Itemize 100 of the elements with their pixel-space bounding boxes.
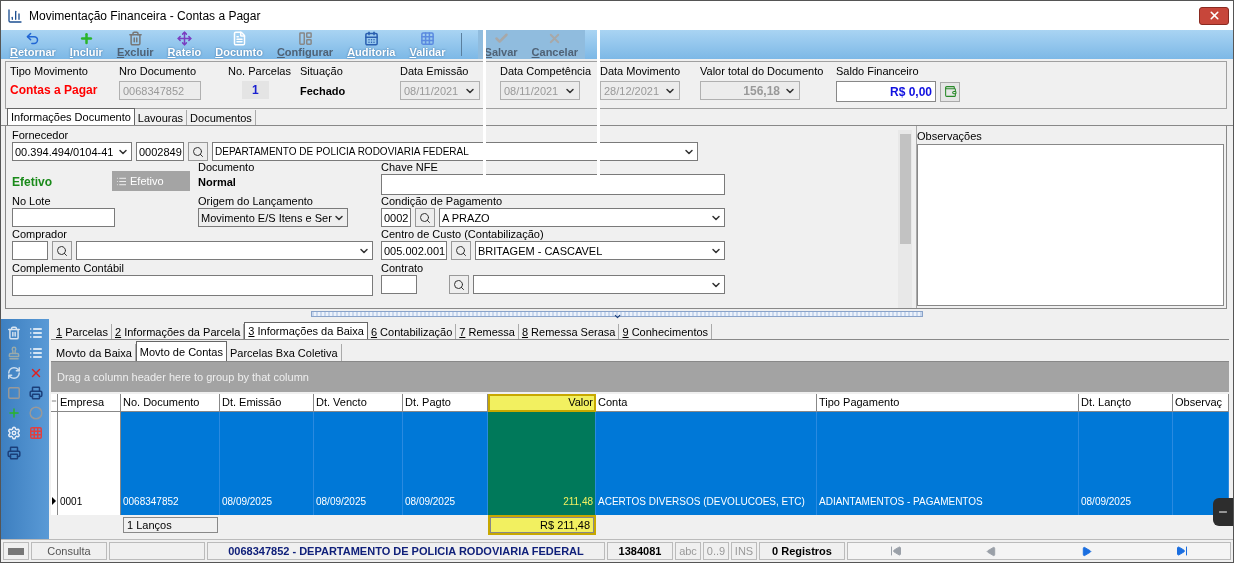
tab[interactable]: Movto da Baixa — [53, 344, 136, 361]
previous-icon — [986, 545, 997, 557]
indicator-label: abc — [675, 542, 701, 560]
field-label: Data Movimento — [600, 65, 682, 77]
search-button[interactable] — [415, 208, 435, 227]
column-header[interactable]: No. Documento — [121, 394, 220, 412]
field-label: Chave NFE — [381, 161, 439, 173]
tab[interactable]: 1 Parcelas — [53, 324, 112, 339]
column-header[interactable]: Observaç — [1173, 394, 1229, 412]
plus-icon — [78, 31, 94, 46]
search-icon — [419, 211, 431, 224]
tab[interactable]: 3 Informações da Baixa — [244, 322, 368, 339]
tab[interactable]: Movto de Contas — [135, 341, 227, 361]
column-chooser[interactable] — [51, 394, 58, 412]
tab[interactable]: Lavouras — [134, 110, 188, 125]
search-button[interactable] — [451, 241, 471, 260]
undo-icon — [25, 31, 41, 46]
field-label: Data Competência — [500, 65, 592, 77]
search-icon — [453, 278, 465, 291]
field-label: Fornecedor — [12, 129, 70, 141]
field-label: Condição de Pagamento — [381, 195, 504, 207]
tab[interactable]: 9 Conhecimentos — [619, 324, 713, 339]
close-icon — [1207, 9, 1221, 22]
contract-select[interactable] — [473, 275, 725, 294]
tab[interactable]: 7 Remessa — [456, 324, 519, 339]
table-cell: 08/09/2025 — [1079, 412, 1173, 515]
table-cell: 08/09/2025 — [403, 412, 488, 515]
table-cell: ACERTOS DIVERSOS (DEVOLUCOES, ETC) — [596, 412, 817, 515]
trash-icon — [127, 31, 143, 46]
search-button[interactable] — [52, 241, 72, 260]
column-header[interactable]: Dt. Lançto — [1079, 394, 1173, 412]
buyer-code-field[interactable] — [12, 241, 48, 260]
field-label: Centro de Custo (Contabilização) — [381, 228, 545, 240]
nav-button[interactable] — [1176, 545, 1188, 557]
list-icon[interactable] — [29, 346, 43, 360]
splitter[interactable] — [311, 311, 923, 317]
first-icon — [890, 545, 902, 557]
field-label: Contrato — [381, 262, 425, 274]
document-icon — [231, 31, 247, 46]
batch-field[interactable] — [12, 208, 115, 227]
calendar-icon — [363, 31, 379, 46]
balance-field[interactable]: R$ 0,00 — [836, 81, 936, 102]
check-icon — [493, 31, 509, 46]
tab[interactable]: 6 Contabilização — [367, 324, 457, 339]
settings-icon[interactable] — [7, 426, 21, 440]
tab[interactable]: Documentos — [187, 110, 256, 125]
table-cell: 0001 — [58, 412, 121, 515]
column-header[interactable]: Valor — [488, 394, 596, 412]
search-button[interactable] — [188, 142, 208, 161]
column-header[interactable]: Conta — [596, 394, 817, 412]
column-header[interactable]: Empresa — [58, 394, 121, 412]
supplier-code-field[interactable]: 0002849 — [136, 142, 184, 161]
payment-code-field[interactable]: 0002 — [381, 208, 411, 227]
field-label: Comprador — [12, 228, 69, 240]
cnpj-select[interactable]: 00.394.494/0104-41 — [12, 142, 132, 161]
nav-button[interactable] — [1081, 545, 1092, 557]
chevron-icon — [612, 312, 622, 321]
supplier-select[interactable]: DEPARTAMENTO DE POLICIA RODOVIARIA FEDERAL — [212, 142, 698, 161]
close-button[interactable] — [1199, 6, 1229, 25]
list-icon[interactable] — [29, 326, 43, 340]
indicator-label: 0..9 — [703, 542, 729, 560]
search-icon — [56, 244, 68, 257]
origin-select[interactable]: Movimento E/S Itens e Ser — [198, 208, 348, 227]
field-label: Valor total do Documento — [700, 65, 825, 77]
nfe-key-field[interactable] — [381, 174, 725, 195]
search-button[interactable] — [449, 275, 469, 294]
printer-icon[interactable] — [7, 446, 21, 460]
tab[interactable]: Informações Documento — [7, 108, 135, 125]
field-label: Nro Documento — [119, 65, 198, 77]
refresh-icon[interactable] — [7, 366, 21, 380]
side-tab[interactable] — [1213, 498, 1233, 526]
buyer-select[interactable] — [76, 241, 373, 260]
field-label: Situação — [300, 65, 344, 77]
records-label: 0 Registros — [759, 542, 845, 560]
search-icon — [455, 244, 467, 257]
trash-icon[interactable] — [7, 326, 21, 340]
summary-cell: R$ 211,48 — [490, 517, 594, 533]
status-label: Efetivo — [12, 175, 52, 189]
field-label: Documento — [198, 161, 256, 173]
app-icon — [7, 7, 23, 24]
column-header[interactable]: Tipo Pagamento — [817, 394, 1079, 412]
cost-center-select[interactable]: BRITAGEM - CASCAVEL — [475, 241, 725, 260]
money-button[interactable] — [940, 81, 960, 102]
indicator-label: INS — [731, 542, 757, 560]
column-header[interactable]: Dt. Emissão — [220, 394, 314, 412]
column-header[interactable]: Dt. Pagto — [403, 394, 488, 412]
next-icon — [1081, 545, 1092, 557]
cost-center-code-field[interactable]: 005.002.001 — [381, 241, 447, 260]
complement-field[interactable] — [12, 275, 373, 296]
tab[interactable]: 8 Remessa Serasa — [518, 324, 620, 339]
field-label: No Lote — [12, 195, 52, 207]
payment-select[interactable]: A PRAZO — [439, 208, 725, 227]
contract-code-field[interactable] — [381, 275, 417, 294]
scrollbar[interactable] — [898, 130, 912, 308]
printer-icon[interactable] — [29, 386, 43, 400]
tab[interactable]: Parcelas Bxa Coletiva — [227, 344, 342, 361]
field-label: No. Parcelas — [228, 65, 292, 77]
notes-field[interactable] — [917, 144, 1224, 306]
column-header[interactable]: Dt. Vencto — [314, 394, 403, 412]
window-title: Movimentação Financeira - Contas a Pagar — [29, 8, 262, 23]
